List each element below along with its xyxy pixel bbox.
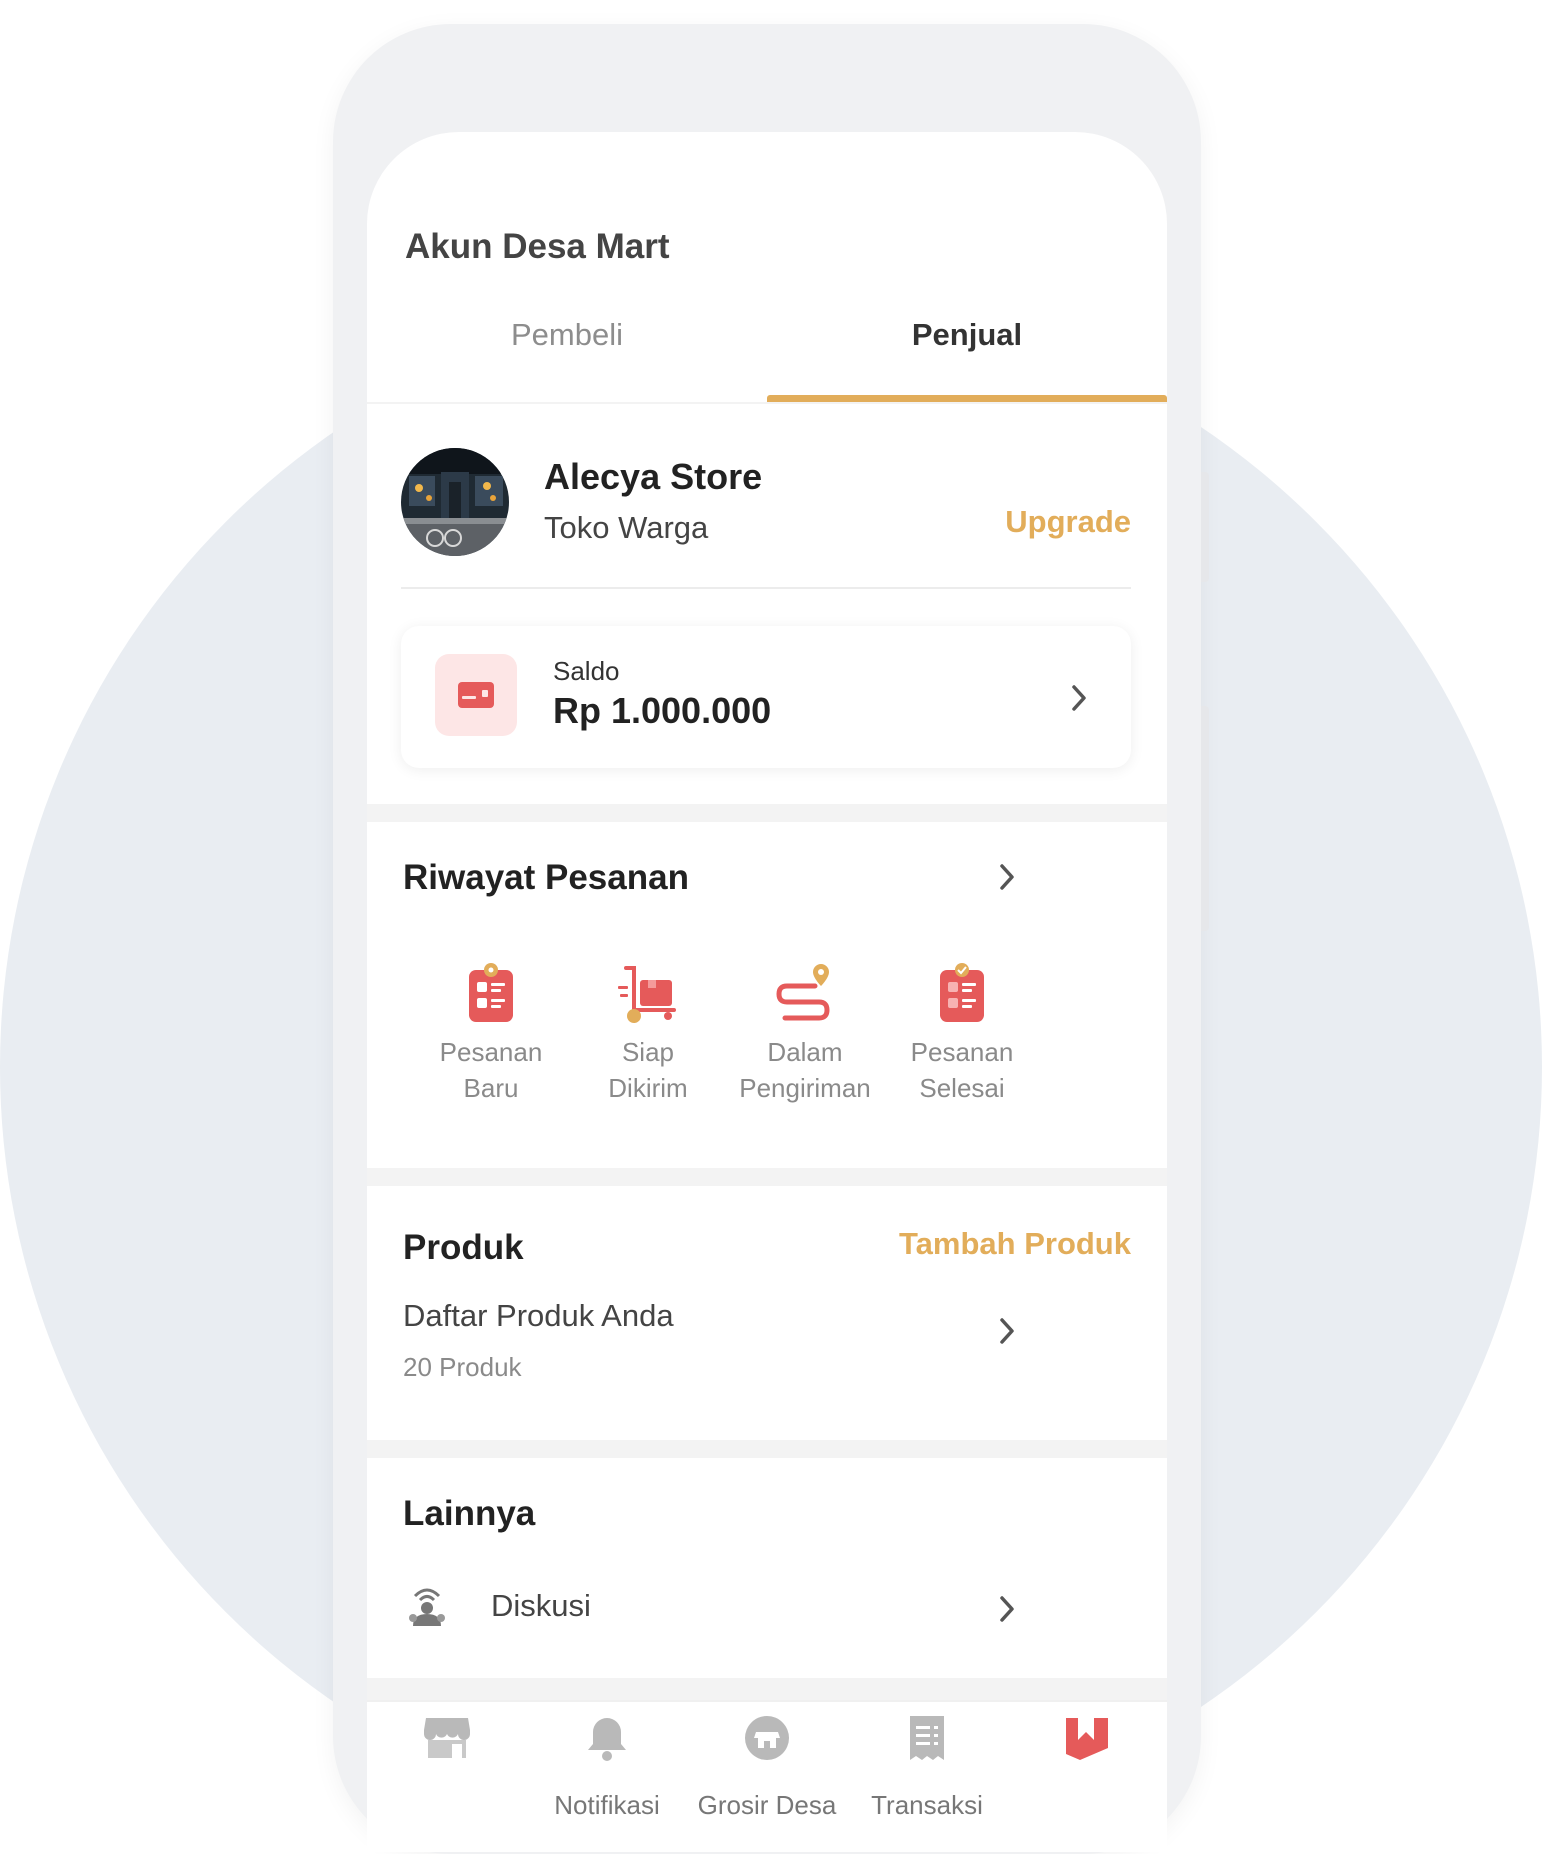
chevron-right-icon <box>1000 1596 1014 1622</box>
tab-pembeli[interactable]: Pembeli <box>367 317 767 353</box>
add-product-link[interactable]: Tambah Produk <box>899 1226 1131 1262</box>
nav-label: Grosir Desa <box>697 1790 837 1820</box>
nav-label: Transaksi <box>871 1790 983 1820</box>
other-card: Lainnya Diskusi <box>367 1458 1167 1678</box>
products-title: Produk <box>403 1228 524 1267</box>
nav-notifikasi[interactable]: Notifikasi <box>527 1702 687 1852</box>
header: Akun Desa Mart Pembeli Penjual <box>367 132 1167 402</box>
status-label-line2: Baru <box>463 1073 519 1103</box>
store-card: Alecya Store Toko Warga Upgrade Saldo Rp… <box>367 404 1167 804</box>
wallet-icon <box>435 654 517 736</box>
product-list-link[interactable]: Daftar Produk Anda <box>403 1298 674 1334</box>
new-order-icon <box>469 963 513 1022</box>
status-label-line1: Dalam <box>767 1037 843 1067</box>
in-delivery-icon <box>776 964 830 1021</box>
order-complete-icon <box>940 963 984 1022</box>
status-label-line1: Siap <box>621 1037 675 1067</box>
divider <box>401 587 1131 589</box>
store-name: Alecya Store <box>544 456 763 497</box>
orders-card: Riwayat Pesanan Pesanan Baru Siap Dikiri… <box>367 822 1167 1168</box>
nav-transaksi[interactable]: Transaksi <box>847 1702 1007 1852</box>
app-screen: Akun Desa Mart Pembeli Penjual Alecya St… <box>367 132 1167 1852</box>
nav-account[interactable] <box>1007 1702 1167 1852</box>
saldo-card[interactable]: Saldo Rp 1.000.000 <box>401 626 1131 768</box>
nav-store[interactable] <box>367 1702 527 1852</box>
status-in-delivery[interactable]: Dalam Pengiriman <box>715 962 895 1106</box>
bell-icon <box>588 1718 626 1761</box>
page-title: Akun Desa Mart <box>405 227 670 266</box>
active-tab-indicator <box>767 395 1167 402</box>
tab-penjual[interactable]: Penjual <box>767 317 1167 353</box>
chevron-right-icon[interactable] <box>997 1316 1017 1346</box>
receipt-icon <box>910 1716 944 1760</box>
status-order-complete[interactable]: Pesanan Selesai <box>872 962 1052 1106</box>
chevron-right-icon <box>1072 685 1086 711</box>
status-new-order[interactable]: Pesanan Baru <box>401 962 581 1106</box>
store-type: Toko Warga <box>544 510 709 545</box>
orders-title: Riwayat Pesanan <box>403 858 689 897</box>
diskusi-label: Diskusi <box>491 1588 591 1623</box>
product-count: 20 Produk <box>403 1352 522 1382</box>
nav-grosir-desa[interactable]: Grosir Desa <box>687 1702 847 1852</box>
status-label-line1: Pesanan <box>439 1037 543 1067</box>
saldo-label: Saldo <box>553 656 620 686</box>
bookmark-icon <box>1066 1718 1108 1760</box>
status-label-line2: Selesai <box>919 1073 1005 1103</box>
upgrade-link[interactable]: Upgrade <box>1005 504 1131 540</box>
saldo-value: Rp 1.000.000 <box>553 690 772 731</box>
diskusi-row[interactable]: Diskusi <box>367 1570 1167 1650</box>
nav-label: Notifikasi <box>554 1790 660 1820</box>
store-icon <box>424 1718 470 1758</box>
status-ready-to-ship[interactable]: Siap Dikirim <box>558 962 738 1106</box>
ready-to-ship-icon <box>618 966 676 1023</box>
product-card: Produk Tambah Produk Daftar Produk Anda … <box>367 1186 1167 1440</box>
phone-side-button <box>1201 706 1209 931</box>
bottom-nav: Notifikasi Grosir Desa Transaksi <box>367 1700 1167 1852</box>
discussion-icon <box>409 1588 445 1626</box>
status-label-line2: Pengiriman <box>739 1073 871 1103</box>
shop-icon <box>745 1716 789 1760</box>
store-avatar[interactable] <box>401 448 509 556</box>
other-title: Lainnya <box>403 1494 536 1533</box>
status-label-line1: Pesanan <box>910 1037 1014 1067</box>
phone-side-button <box>1201 472 1209 582</box>
chevron-right-icon[interactable] <box>997 862 1017 892</box>
status-label-line2: Dikirim <box>608 1073 688 1103</box>
